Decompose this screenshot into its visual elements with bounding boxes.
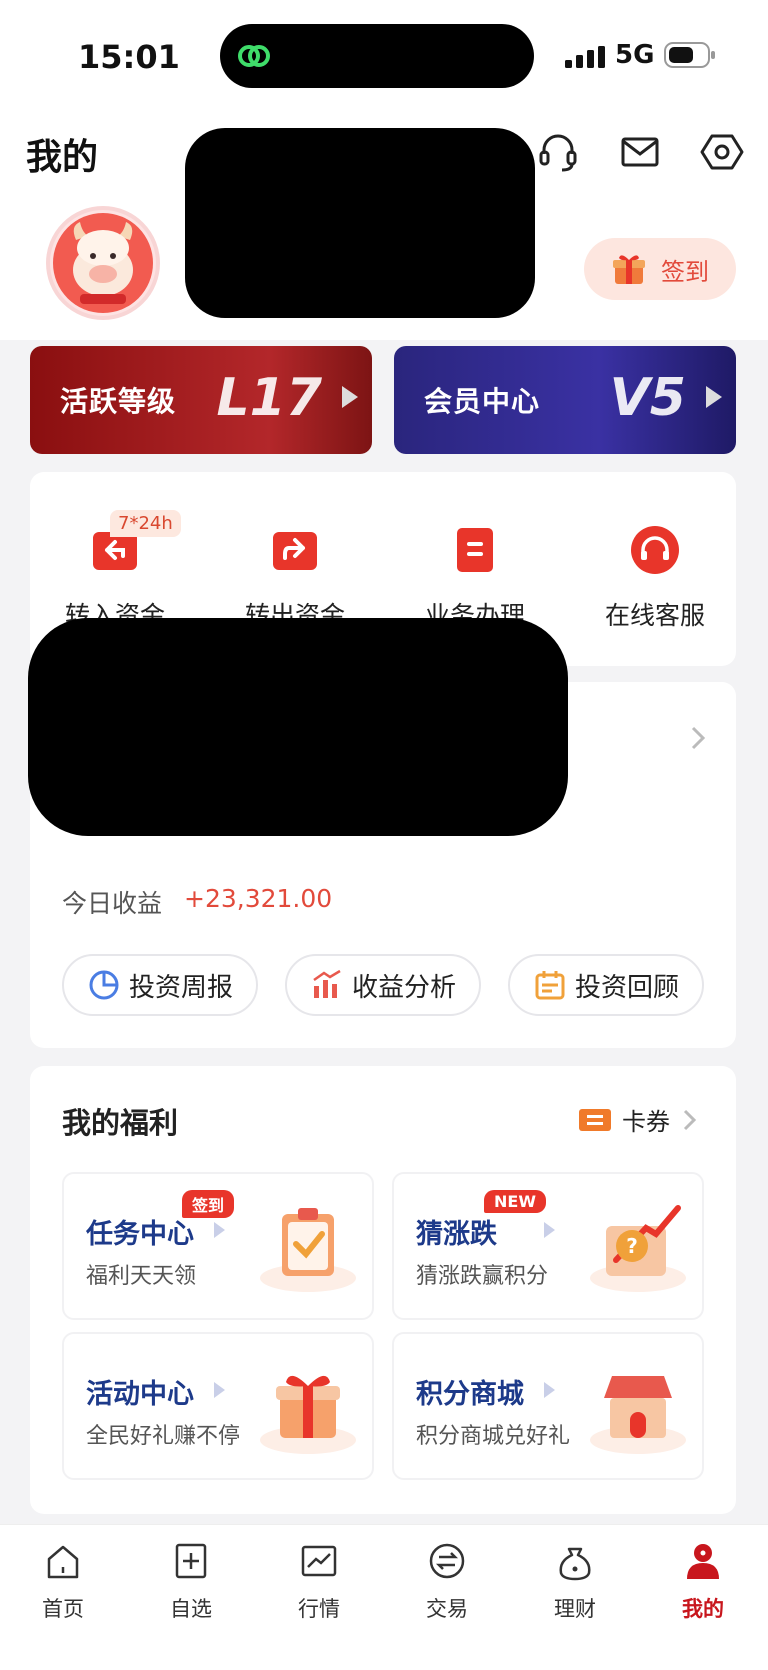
message-mail-icon[interactable] <box>618 130 662 174</box>
chevron-right-icon <box>214 1222 225 1238</box>
customer-service-headset-icon[interactable] <box>536 130 580 174</box>
welfare-tile-points-mall[interactable]: 积分商城 积分商城兑好礼 <box>392 1332 704 1480</box>
earnings-analysis-button[interactable]: 收益分析 <box>285 954 481 1016</box>
pill-label: 投资回顾 <box>574 972 679 1003</box>
avatar[interactable] <box>46 206 160 320</box>
welfare-tile-activity-center[interactable]: 活动中心 全民好礼赚不停 <box>62 1332 374 1480</box>
quick-action-transfer-out[interactable]: 转出资金 <box>210 516 380 632</box>
clipboard-check-icon <box>260 1208 356 1292</box>
pill-label: 投资周报 <box>128 972 233 1003</box>
tab-label: 我的 <box>682 1597 724 1621</box>
guess-question-icon: ? <box>590 1205 686 1292</box>
business-icon <box>457 528 493 572</box>
checkin-label: 签到 <box>661 257 709 286</box>
chevron-right-icon <box>544 1222 555 1238</box>
transfer-out-icon <box>273 532 317 570</box>
chevron-right-icon <box>706 386 722 408</box>
bottom-tab-bar: 首页 自选 行情 交易 理财 我的 <box>0 1524 768 1670</box>
bar-chart-icon <box>313 969 341 998</box>
pill-label: 收益分析 <box>351 972 456 1003</box>
welfare-tile-task-center[interactable]: 任务中心 福利天天领 签到 <box>62 1172 374 1320</box>
cow-mascot-icon <box>53 213 153 313</box>
tile-tag: NEW <box>484 1190 546 1213</box>
coupons-label: 卡券 <box>622 1108 670 1136</box>
market-chart-icon <box>301 1545 337 1577</box>
tile-title: 任务中心 <box>86 1219 194 1250</box>
pie-chart-icon <box>89 970 119 1000</box>
quick-action-business[interactable]: 业务办理 <box>390 516 560 632</box>
tab-wealth[interactable]: 理财 <box>520 1539 630 1623</box>
quick-action-online-service[interactable]: 在线客服 <box>570 516 740 632</box>
battery-icon <box>664 42 715 68</box>
weekly-report-button[interactable]: 投资周报 <box>62 954 258 1016</box>
chevron-right-icon <box>342 386 358 408</box>
tile-subtitle: 积分商城兑好礼 <box>416 1424 571 1449</box>
member-center-label: 会员中心 <box>424 385 541 418</box>
calendar-icon <box>535 971 565 1000</box>
svg-text:?: ? <box>626 1234 638 1258</box>
trade-icon <box>429 1543 465 1579</box>
activity-level-card[interactable]: 活跃等级 L17 <box>30 346 372 454</box>
coupons-link[interactable]: 卡券 <box>578 1102 698 1137</box>
profile-icon <box>687 1544 719 1579</box>
tab-mine[interactable]: 我的 <box>648 1539 758 1623</box>
gift-box-icon <box>260 1375 356 1454</box>
checkin-button[interactable]: 签到 <box>584 238 736 300</box>
tile-title: 活动中心 <box>86 1379 194 1410</box>
tile-title: 猜涨跌 <box>416 1219 497 1250</box>
chevron-right-icon <box>214 1382 225 1398</box>
shop-store-icon <box>590 1376 686 1454</box>
app-link-icon <box>238 45 270 67</box>
add-watchlist-icon <box>175 1543 207 1579</box>
tab-label: 行情 <box>298 1597 340 1621</box>
chevron-right-icon <box>544 1382 555 1398</box>
quick-action-label: 在线客服 <box>604 601 705 630</box>
activity-level-label: 活跃等级 <box>60 385 177 418</box>
tab-market[interactable]: 行情 <box>264 1539 374 1623</box>
activity-level-value: L17 <box>216 368 323 428</box>
tab-label: 交易 <box>426 1597 468 1621</box>
member-level-value: V5 <box>609 368 686 428</box>
badge-7x24h: 7*24h <box>110 510 181 537</box>
tile-title: 积分商城 <box>416 1379 524 1410</box>
tile-subtitle: 福利天天领 <box>86 1264 197 1289</box>
chevron-right-icon[interactable] <box>688 724 708 752</box>
redacted-username <box>185 128 535 318</box>
status-time: 15:01 <box>78 38 180 76</box>
gift-icon <box>613 255 645 284</box>
settings-icon[interactable] <box>700 130 744 174</box>
redacted-assets <box>28 618 568 836</box>
tab-label: 首页 <box>42 1597 84 1621</box>
chevron-right-icon <box>683 1109 697 1130</box>
tile-subtitle: 全民好礼赚不停 <box>86 1424 241 1449</box>
home-icon <box>47 1545 79 1579</box>
today-earnings-value: +23,321.00 <box>184 884 333 913</box>
wealth-bag-icon <box>559 1547 591 1581</box>
member-center-card[interactable]: 会员中心 V5 <box>394 346 736 454</box>
signal-icon <box>565 46 605 68</box>
today-earnings-label: 今日收益 <box>62 889 163 918</box>
investment-review-button[interactable]: 投资回顾 <box>508 954 704 1016</box>
tab-watchlist[interactable]: 自选 <box>136 1539 246 1623</box>
welfare-title: 我的福利 <box>62 1106 179 1140</box>
tab-trade[interactable]: 交易 <box>392 1539 502 1623</box>
network-type: 5G <box>615 40 655 70</box>
tile-tag: 签到 <box>182 1190 235 1218</box>
online-service-icon <box>631 526 679 574</box>
tab-home[interactable]: 首页 <box>8 1539 118 1623</box>
tab-label: 自选 <box>170 1597 212 1621</box>
tile-subtitle: 猜涨跌赢积分 <box>416 1264 549 1289</box>
tab-label: 理财 <box>554 1597 596 1621</box>
coupon-icon <box>579 1108 611 1131</box>
page-title: 我的 <box>26 137 99 178</box>
welfare-tile-guess-market[interactable]: 猜涨跌 猜涨跌赢积分 NEW ? <box>392 1172 704 1320</box>
